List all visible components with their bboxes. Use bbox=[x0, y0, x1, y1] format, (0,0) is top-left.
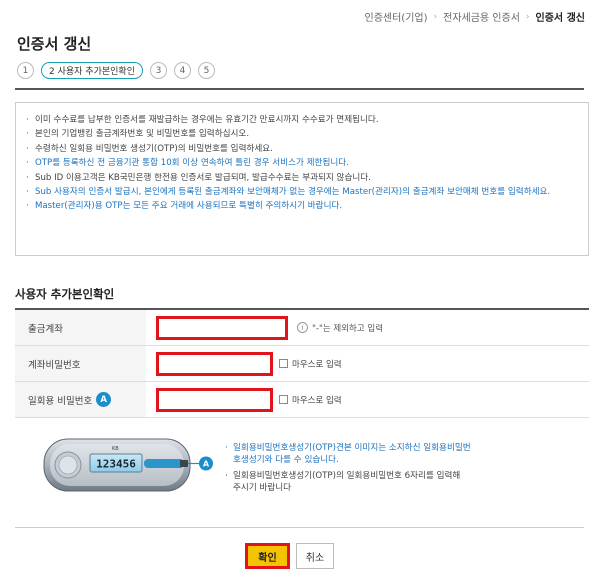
mouse-input-toggle-password[interactable]: 마우스로 입력 bbox=[279, 358, 342, 370]
otp-password-input[interactable] bbox=[156, 387, 273, 412]
breadcrumb-item-auth-center[interactable]: 인증센터(기업) bbox=[365, 9, 428, 24]
cancel-button[interactable]: 취소 bbox=[296, 543, 334, 569]
otp-badge-a: A bbox=[96, 392, 112, 407]
action-buttons: 확인 취소 bbox=[0, 543, 599, 569]
password-label: 계좌비밀번호 bbox=[15, 346, 146, 381]
breadcrumb: 인증센터(기업) › 전자세금용 인증서 › 인증서 갱신 bbox=[365, 9, 586, 25]
breadcrumb-item-current: 인증서 갱신 bbox=[535, 13, 585, 24]
form-row-account: 출금계좌 i "-"는 제외하고 입력 bbox=[15, 310, 589, 346]
notice-item: 이미 수수료를 납부한 인증서를 재발급하는 경우에는 유효기간 만료시까지 수… bbox=[26, 113, 576, 128]
confirm-button[interactable]: 확인 bbox=[245, 543, 290, 569]
step-4: 4 bbox=[173, 62, 191, 79]
step-1: 1 bbox=[17, 62, 34, 79]
account-hint-text: "-"는 제외하고 입력 bbox=[312, 323, 384, 334]
notice-item: 본인의 기업뱅킹 출금계좌번호 및 비밀번호를 입력하십시오. bbox=[26, 127, 576, 142]
account-label: 출금계좌 bbox=[15, 310, 146, 345]
notice-box: 이미 수수료를 납부한 인증서를 재발급하는 경우에는 유효기간 만료시까지 수… bbox=[15, 102, 589, 256]
otp-note-item: 일회용비밀번호생성기(OTP)의 일회용비밀번호 6자리를 입력해 주시기 바랍… bbox=[225, 470, 465, 495]
mouse-input-label: 마우스로 입력 bbox=[292, 359, 342, 370]
account-input[interactable] bbox=[156, 315, 288, 340]
otp-label-cell: 일회용 비밀번호 A bbox=[15, 382, 146, 417]
notice-item: 수령하신 일회용 비밀번호 생성기(OTP)의 비밀번호를 입력하세요. bbox=[26, 142, 576, 157]
chevron-right-icon: › bbox=[525, 11, 530, 22]
otp-device-badge: A bbox=[203, 460, 210, 469]
notice-item: Sub ID 이용고객은 KB국민은행 한전용 인증서로 발급되며, 발급수수료… bbox=[26, 171, 576, 186]
divider bbox=[15, 527, 584, 528]
mouse-input-label: 마우스로 입력 bbox=[292, 395, 342, 406]
otp-note-item: 일회용비밀번호생성기(OTP)견본 이미지는 소지하신 일회용비밀번호생성기와 … bbox=[225, 442, 475, 467]
otp-guide: 123456 KB A 일회용비밀번호생성기(OTP)견본 이미지는 소지하신 … bbox=[38, 433, 578, 499]
otp-label: 일회용 비밀번호 bbox=[28, 395, 93, 407]
checkbox[interactable] bbox=[279, 395, 288, 404]
info-icon: i bbox=[297, 322, 308, 333]
account-value-cell: i "-"는 제외하고 입력 bbox=[146, 310, 589, 345]
otp-notes: 일회용비밀번호생성기(OTP)견본 이미지는 소지하신 일회용비밀번호생성기와 … bbox=[225, 442, 475, 495]
password-value-cell: 마우스로 입력 bbox=[146, 346, 589, 381]
account-hint: i "-"는 제외하고 입력 bbox=[297, 322, 383, 334]
form-row-password: 계좌비밀번호 마우스로 입력 bbox=[15, 346, 589, 382]
verification-form: 출금계좌 i "-"는 제외하고 입력 계좌비밀번호 마우스로 입력 일회용 비… bbox=[15, 308, 589, 418]
step-3: 3 bbox=[149, 62, 167, 79]
chevron-right-icon: › bbox=[433, 11, 438, 22]
breadcrumb-item-tax-cert[interactable]: 전자세금용 인증서 bbox=[443, 9, 520, 24]
otp-device-image: 123456 KB A bbox=[43, 438, 213, 492]
otp-value-cell: 마우스로 입력 bbox=[146, 382, 589, 417]
page-title: 인증서 갱신 bbox=[17, 35, 92, 53]
notice-item: OTP를 등록하신 전 금융기관 통합 10회 이상 연속하여 틀린 경우 서비… bbox=[26, 156, 576, 171]
otp-device-number: 123456 bbox=[96, 458, 136, 471]
step-indicator: 1 2 사용자 추가본인확인 3 4 5 bbox=[17, 62, 222, 79]
otp-device-brand: KB bbox=[112, 446, 119, 452]
checkbox[interactable] bbox=[279, 359, 288, 368]
form-row-otp: 일회용 비밀번호 A 마우스로 입력 bbox=[15, 382, 589, 418]
mouse-input-toggle-otp[interactable]: 마우스로 입력 bbox=[279, 394, 342, 406]
notice-item: Sub 사용자의 인증서 발급시, 본인에게 등록된 출금계좌와 보안매체가 없… bbox=[26, 185, 576, 200]
section-title: 사용자 추가본인확인 bbox=[15, 287, 115, 301]
notice-item: Master(관리자)용 OTP는 모든 주요 거래에 사용되므로 특별히 주의… bbox=[26, 199, 576, 214]
account-password-input[interactable] bbox=[156, 351, 273, 376]
divider bbox=[15, 88, 584, 90]
step-2-active: 2 사용자 추가본인확인 bbox=[41, 62, 143, 79]
step-5: 5 bbox=[197, 62, 215, 79]
